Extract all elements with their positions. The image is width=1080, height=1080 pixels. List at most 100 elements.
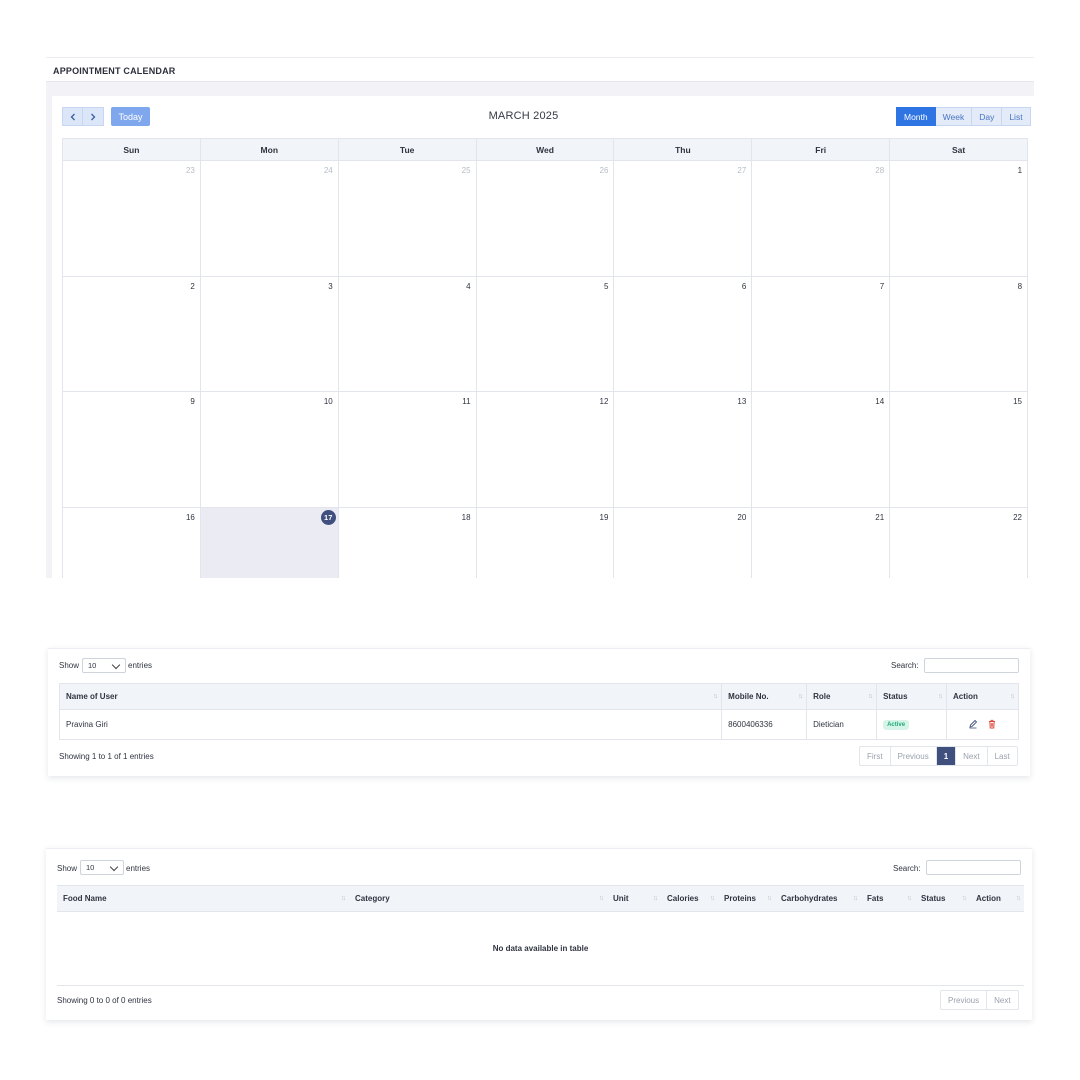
column-header-mobile[interactable]: Mobile No. ↑↓ bbox=[721, 683, 808, 710]
calendar-day-today[interactable]: 17 bbox=[200, 507, 339, 578]
calendar-day[interactable]: 9 bbox=[63, 392, 201, 507]
column-header-name[interactable]: Name of User ↑↓ bbox=[58, 683, 723, 710]
calendar-day[interactable]: 22 bbox=[890, 507, 1029, 578]
calendar-day[interactable]: 10 bbox=[201, 392, 339, 507]
calendar-day[interactable]: 24 bbox=[201, 161, 339, 276]
table-info: Showing 1 to 1 of 1 entries bbox=[59, 752, 154, 761]
calendar-day[interactable]: 12 bbox=[477, 392, 615, 507]
day-number: 14 bbox=[875, 397, 885, 406]
cell-action bbox=[946, 709, 1019, 740]
column-header-fats[interactable]: Fats ↑↓ bbox=[861, 885, 915, 912]
day-number: 5 bbox=[603, 281, 609, 291]
page-next-button[interactable]: Next bbox=[955, 747, 986, 765]
show-label: Show bbox=[57, 864, 78, 873]
calendar-day[interactable]: 13 bbox=[614, 392, 753, 507]
column-header-food-name[interactable]: Food Name ↑↓ bbox=[57, 885, 349, 912]
column-header-unit[interactable]: Unit ↑↓ bbox=[607, 885, 661, 912]
calendar-day[interactable]: 25 bbox=[339, 161, 477, 276]
sort-icon: ↑↓ bbox=[341, 895, 346, 902]
sort-icon: ↑↓ bbox=[853, 895, 858, 902]
day-number: 16 bbox=[185, 512, 195, 522]
view-day-button[interactable]: Day bbox=[972, 107, 1003, 126]
page-last-button[interactable]: Last bbox=[986, 747, 1017, 765]
sort-icon: ↑↓ bbox=[653, 895, 658, 902]
calendar-day[interactable]: 18 bbox=[339, 507, 477, 578]
entries-length-value: 10 bbox=[88, 661, 97, 670]
calendar-day[interactable]: 5 bbox=[477, 276, 615, 391]
day-number: 22 bbox=[1013, 512, 1023, 522]
day-number: 10 bbox=[323, 397, 333, 406]
view-week-button[interactable]: Week bbox=[935, 107, 973, 126]
page-first-button[interactable]: First bbox=[860, 747, 890, 765]
sort-icon: ↑↓ bbox=[868, 693, 873, 700]
view-list-button[interactable]: List bbox=[1002, 107, 1031, 126]
page-previous-button[interactable]: Previous bbox=[941, 991, 986, 1009]
search-input[interactable] bbox=[924, 658, 1019, 673]
calendar-day[interactable]: 4 bbox=[339, 276, 477, 391]
day-number: 13 bbox=[737, 397, 747, 406]
page-1-button[interactable]: 1 bbox=[935, 747, 956, 765]
entries-length-value: 10 bbox=[86, 863, 95, 872]
calendar-day[interactable]: 15 bbox=[890, 392, 1029, 507]
chevron-down-icon bbox=[111, 660, 121, 670]
entries-label: entries bbox=[126, 864, 151, 873]
calendar-day[interactable]: 7 bbox=[752, 276, 891, 391]
cell-role: Dietician bbox=[806, 709, 878, 740]
calendar-day[interactable]: 11 bbox=[339, 392, 477, 507]
pagination: Previous Next bbox=[940, 990, 1019, 1010]
pagination: First Previous 1 Next Last bbox=[859, 746, 1018, 766]
table-header-row: Food Name ↑↓ Category ↑↓ Unit ↑↓ Calories ↑↓… bbox=[57, 885, 1024, 912]
cell-mobile: 8600406336 bbox=[721, 709, 808, 740]
calendar-day[interactable]: 3 bbox=[201, 276, 339, 391]
calendar-body: Today MARCH 2025 Month Week Day List Sun… bbox=[52, 96, 1034, 578]
column-header-category[interactable]: Category ↑↓ bbox=[349, 885, 607, 912]
calendar-day[interactable]: 14 bbox=[752, 392, 891, 507]
calendar-day[interactable]: 8 bbox=[890, 276, 1029, 391]
trash-icon[interactable] bbox=[987, 719, 997, 731]
calendar-day[interactable]: 1 bbox=[890, 161, 1029, 276]
calendar-day[interactable]: 21 bbox=[752, 507, 891, 578]
entries-length-select[interactable]: 10 bbox=[80, 860, 124, 875]
calendar-day[interactable]: 6 bbox=[614, 276, 753, 391]
day-number: 18 bbox=[461, 512, 471, 522]
cell-name: Pravina Giri bbox=[58, 709, 723, 740]
edit-icon[interactable] bbox=[968, 719, 978, 731]
day-number: 27 bbox=[737, 166, 747, 175]
food-table: Food Name ↑↓ Category ↑↓ Unit ↑↓ Calories ↑↓… bbox=[57, 885, 1024, 986]
column-header-role[interactable]: Role ↑↓ bbox=[806, 683, 878, 710]
sort-icon: ↑↓ bbox=[713, 693, 718, 700]
column-header-status[interactable]: Status ↑↓ bbox=[915, 885, 970, 912]
column-header-action[interactable]: Action ↑↓ bbox=[970, 885, 1024, 912]
sort-icon: ↑↓ bbox=[1010, 693, 1015, 700]
column-header-status[interactable]: Status ↑↓ bbox=[876, 683, 948, 710]
sort-icon: ↑↓ bbox=[962, 895, 967, 902]
day-number: 19 bbox=[599, 512, 609, 522]
appointment-calendar-card: APPOINTMENT CALENDAR Today MARCH 2025 Mo… bbox=[46, 57, 1034, 578]
weekday-header: Wed bbox=[475, 139, 614, 160]
entries-length-select[interactable]: 10 bbox=[82, 658, 126, 673]
column-header-calories[interactable]: Calories ↑↓ bbox=[661, 885, 718, 912]
calendar-day[interactable]: 2 bbox=[63, 276, 201, 391]
search-label: Search: bbox=[891, 661, 919, 670]
day-number: 1 bbox=[1017, 166, 1023, 175]
view-month-button[interactable]: Month bbox=[896, 107, 936, 126]
page-next-button[interactable]: Next bbox=[986, 991, 1017, 1009]
weekday-header-row: Sun Mon Tue Wed Thu Fri Sat bbox=[62, 138, 1028, 161]
calendar-day[interactable]: 27 bbox=[614, 161, 753, 276]
calendar-card-header: APPOINTMENT CALENDAR bbox=[46, 58, 1034, 82]
calendar-day[interactable]: 16 bbox=[63, 507, 201, 578]
day-number: 15 bbox=[1013, 397, 1023, 406]
calendar-day[interactable]: 28 bbox=[752, 161, 891, 276]
week-row: 2 3 4 5 6 7 8 bbox=[62, 276, 1029, 392]
column-header-proteins[interactable]: Proteins ↑↓ bbox=[718, 885, 775, 912]
calendar-day[interactable]: 23 bbox=[63, 161, 201, 276]
calendar-day[interactable]: 20 bbox=[614, 507, 753, 578]
calendar-day[interactable]: 26 bbox=[477, 161, 615, 276]
empty-row: No data available in table bbox=[57, 911, 1024, 986]
column-header-action[interactable]: Action ↑↓ bbox=[946, 683, 1019, 710]
column-header-carbohydrates[interactable]: Carbohydrates ↑↓ bbox=[775, 885, 861, 912]
calendar-day[interactable]: 19 bbox=[477, 507, 615, 578]
page-previous-button[interactable]: Previous bbox=[889, 747, 936, 765]
search-input[interactable] bbox=[926, 860, 1021, 875]
day-number: 11 bbox=[462, 397, 471, 406]
